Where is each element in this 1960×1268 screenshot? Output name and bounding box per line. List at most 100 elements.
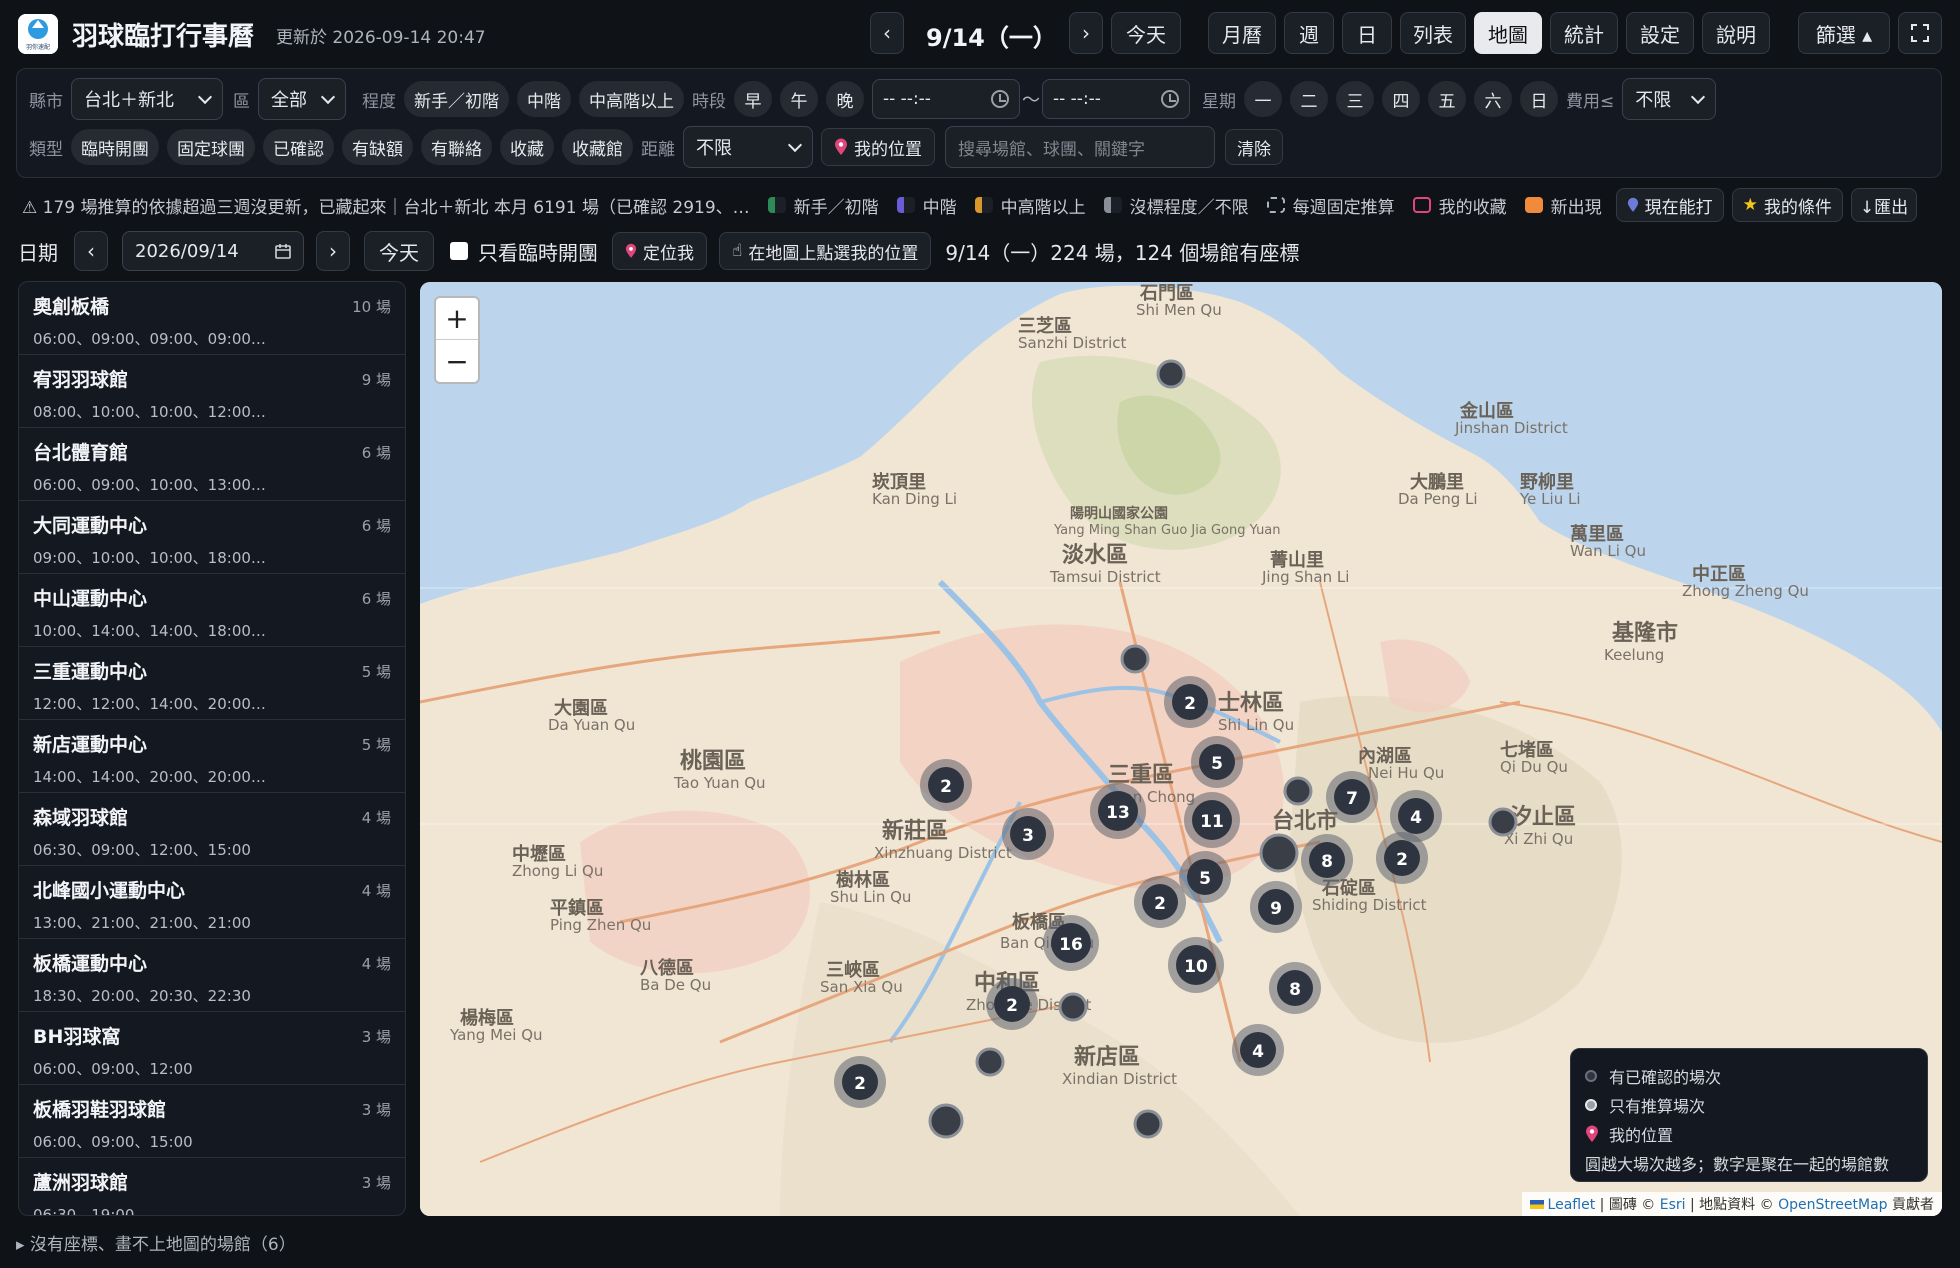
venue-marker[interactable] bbox=[1120, 644, 1150, 674]
filter-panel: 縣市 台北＋新北 區 全部 程度 新手／初階 中階 中高階以上 時段 早 午 晚… bbox=[16, 68, 1942, 178]
zoom-out-button[interactable]: − bbox=[436, 340, 478, 382]
list-item[interactable]: 宥羽羽球館 9 場 08:00、10:00、10:00、12:00… bbox=[19, 355, 405, 428]
cluster-marker[interactable]: 2 bbox=[1376, 832, 1428, 884]
leaflet-link[interactable]: Leaflet bbox=[1548, 1197, 1596, 1213]
list-item[interactable]: 三重運動中心 5 場 12:00、12:00、14:00、20:00… bbox=[19, 647, 405, 720]
now-playable-button[interactable]: 現在能打 bbox=[1615, 188, 1724, 222]
view-tab-settings[interactable]: 設定 bbox=[1626, 12, 1694, 54]
type-chip-confirmed[interactable]: 已確認 bbox=[263, 129, 334, 165]
view-tab-month[interactable]: 月曆 bbox=[1208, 12, 1276, 54]
view-tab-week[interactable]: 週 bbox=[1284, 12, 1334, 54]
type-chip-vacancy[interactable]: 有缺額 bbox=[342, 129, 413, 165]
list-item[interactable]: 台北體育館 6 場 06:00、09:00、10:00、13:00… bbox=[19, 428, 405, 501]
weekday-chip-mon[interactable]: 一 bbox=[1244, 81, 1282, 117]
locate-me-button[interactable]: 定位我 bbox=[612, 232, 707, 270]
cluster-marker[interactable]: 8 bbox=[1269, 962, 1321, 1014]
date-input[interactable]: 2026/09/14 bbox=[122, 231, 304, 271]
only-temp-checkbox[interactable] bbox=[450, 242, 468, 260]
next-day-button[interactable]: › bbox=[1069, 12, 1103, 54]
cluster-marker[interactable]: 11 bbox=[1184, 792, 1240, 848]
cluster-marker[interactable]: 2 bbox=[920, 759, 972, 811]
date-next-button[interactable]: › bbox=[316, 231, 350, 271]
cluster-marker[interactable]: 16 bbox=[1043, 915, 1099, 971]
cluster-marker[interactable]: 8 bbox=[1301, 834, 1353, 886]
district-select[interactable]: 全部 bbox=[258, 78, 346, 120]
date-prev-button[interactable]: ‹ bbox=[74, 231, 108, 271]
type-chip-fixed[interactable]: 固定球團 bbox=[167, 129, 255, 165]
period-chip-morning[interactable]: 早 bbox=[734, 81, 772, 117]
weekday-chip-wed[interactable]: 三 bbox=[1336, 81, 1374, 117]
level-chip-advanced[interactable]: 中高階以上 bbox=[579, 81, 684, 117]
filter-toggle-button[interactable]: 篩選 ▴ bbox=[1798, 12, 1890, 54]
period-chip-afternoon[interactable]: 午 bbox=[780, 81, 818, 117]
view-tab-list[interactable]: 列表 bbox=[1400, 12, 1466, 54]
level-chip-beginner[interactable]: 新手／初階 bbox=[404, 81, 509, 117]
search-input[interactable]: 搜尋場館、球團、關鍵字 bbox=[945, 126, 1215, 168]
fee-select[interactable]: 不限 bbox=[1622, 78, 1717, 120]
venue-marker[interactable] bbox=[1156, 359, 1186, 389]
time-from-input[interactable]: -- --:-- bbox=[872, 79, 1020, 119]
type-chip-fav[interactable]: 收藏 bbox=[500, 129, 554, 165]
view-tab-day[interactable]: 日 bbox=[1342, 12, 1392, 54]
clear-button[interactable]: 清除 bbox=[1225, 129, 1283, 165]
view-tab-stats[interactable]: 統計 bbox=[1550, 12, 1618, 54]
level-chip-intermediate[interactable]: 中階 bbox=[517, 81, 571, 117]
cluster-marker[interactable]: 13 bbox=[1090, 783, 1146, 839]
my-conditions-button[interactable]: ★ 我的條件 bbox=[1731, 188, 1843, 222]
list-item[interactable]: 北峰國小運動中心 4 場 13:00、21:00、21:00、21:00 bbox=[19, 866, 405, 939]
cluster-marker[interactable]: 10 bbox=[1168, 937, 1224, 993]
period-chip-evening[interactable]: 晚 bbox=[826, 81, 864, 117]
cluster-marker[interactable]: 5 bbox=[1179, 851, 1231, 903]
cluster-marker[interactable]: 3 bbox=[1002, 808, 1054, 860]
view-tab-map[interactable]: 地圖 bbox=[1474, 12, 1542, 54]
venue-marker[interactable] bbox=[1488, 807, 1518, 837]
list-item[interactable]: 新店運動中心 5 場 14:00、14:00、20:00、20:00… bbox=[19, 720, 405, 793]
my-location-button[interactable]: 我的位置 bbox=[821, 128, 935, 166]
list-item[interactable]: 森域羽球館 4 場 06:30、09:00、12:00、15:00 bbox=[19, 793, 405, 866]
venue-marker[interactable] bbox=[1259, 833, 1299, 873]
venue-marker[interactable] bbox=[1058, 992, 1088, 1022]
weekday-chip-thu[interactable]: 四 bbox=[1382, 81, 1420, 117]
pick-on-map-button[interactable]: ☝ 在地圖上點選我的位置 bbox=[719, 232, 932, 270]
export-button[interactable]: ↓匯出 bbox=[1850, 188, 1918, 222]
list-item[interactable]: 中山運動中心 6 場 10:00、14:00、14:00、18:00… bbox=[19, 574, 405, 647]
view-tab-help[interactable]: 說明 bbox=[1702, 12, 1770, 54]
list-item[interactable]: 大同運動中心 6 場 09:00、10:00、10:00、18:00… bbox=[19, 501, 405, 574]
no-coordinate-venues-toggle[interactable]: ▸ 沒有座標、畫不上地圖的場館（6） bbox=[16, 1230, 296, 1255]
weekday-chip-sun[interactable]: 日 bbox=[1520, 81, 1558, 117]
list-item[interactable]: 奧創板橋 10 場 06:00、09:00、09:00、09:00… bbox=[19, 282, 405, 355]
venue-marker[interactable] bbox=[1133, 1109, 1163, 1139]
county-select[interactable]: 台北＋新北 bbox=[71, 78, 223, 120]
list-item[interactable]: 蘆洲羽球館 3 場 06:30、19:00、-- bbox=[19, 1158, 405, 1215]
prev-day-button[interactable]: ‹ bbox=[870, 12, 904, 54]
esri-link[interactable]: Esri bbox=[1660, 1197, 1686, 1213]
type-chip-fav-venue[interactable]: 收藏館 bbox=[562, 129, 633, 165]
cluster-marker[interactable]: 2 bbox=[1134, 876, 1186, 928]
map[interactable]: 石門區 Shi Men Qu 三芝區 Sanzhi District 金山區 Jins… bbox=[420, 282, 1942, 1216]
zoom-in-button[interactable]: + bbox=[436, 298, 478, 340]
cluster-marker[interactable]: 2 bbox=[1164, 676, 1216, 728]
cluster-marker[interactable]: 5 bbox=[1191, 736, 1243, 788]
venue-marker[interactable] bbox=[928, 1103, 964, 1139]
distance-select[interactable]: 不限 bbox=[683, 126, 813, 168]
type-chip-temp[interactable]: 臨時開團 bbox=[71, 129, 159, 165]
today-button[interactable]: 今天 bbox=[1111, 12, 1181, 54]
list-item[interactable]: 板橋羽鞋羽球館 3 場 06:00、09:00、15:00 bbox=[19, 1085, 405, 1158]
osm-link[interactable]: OpenStreetMap bbox=[1778, 1197, 1887, 1213]
cluster-marker[interactable]: 9 bbox=[1250, 881, 1302, 933]
weekday-chip-fri[interactable]: 五 bbox=[1428, 81, 1466, 117]
venue-marker[interactable] bbox=[1283, 776, 1313, 806]
cluster-marker[interactable]: 2 bbox=[834, 1056, 886, 1108]
weekday-chip-tue[interactable]: 二 bbox=[1290, 81, 1328, 117]
fullscreen-button[interactable] bbox=[1898, 12, 1942, 54]
date-today-button[interactable]: 今天 bbox=[364, 231, 434, 271]
cluster-marker[interactable]: 4 bbox=[1232, 1024, 1284, 1076]
weekday-chip-sat[interactable]: 六 bbox=[1474, 81, 1512, 117]
venue-marker[interactable] bbox=[975, 1047, 1005, 1077]
list-item[interactable]: BH羽球窩 3 場 06:00、09:00、12:00 bbox=[19, 1012, 405, 1085]
time-to-input[interactable]: -- --:-- bbox=[1042, 79, 1190, 119]
cluster-marker[interactable]: 7 bbox=[1326, 771, 1378, 823]
list-item[interactable]: 板橋運動中心 4 場 18:30、20:00、20:30、22:30 bbox=[19, 939, 405, 1012]
cluster-marker[interactable]: 2 bbox=[986, 978, 1038, 1030]
type-chip-contact[interactable]: 有聯絡 bbox=[421, 129, 492, 165]
